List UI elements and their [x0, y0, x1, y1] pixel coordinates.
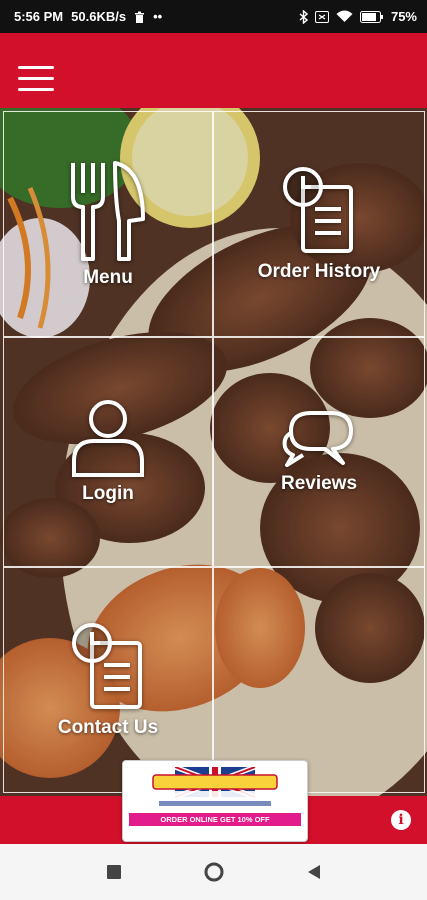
tile-menu-label: Menu: [83, 267, 133, 288]
circle-icon: [204, 862, 223, 882]
app-bar: [0, 33, 427, 108]
clock-document-icon: [283, 167, 353, 253]
chat-bubbles-icon: [282, 411, 353, 467]
battery-icon: [359, 10, 384, 23]
status-speed: 50.6KB/s: [71, 9, 127, 24]
user-icon: [72, 400, 144, 477]
photo-grid: Menu Order History Login Reviews Contact…: [0, 108, 427, 796]
promo-banner[interactable]: ORDER ONLINE GET 10% OFF: [122, 760, 308, 842]
bluetooth-icon: [299, 9, 308, 24]
status-bar: 5:56 PM 50.6KB/s •• 75%: [0, 0, 427, 33]
trash-icon: [134, 11, 145, 23]
info-icon[interactable]: i: [391, 810, 411, 830]
tile-order-history-label: Order History: [257, 261, 381, 282]
home-button[interactable]: [199, 857, 229, 887]
tile-reviews[interactable]: Reviews: [213, 337, 425, 567]
tile-login[interactable]: Login: [3, 337, 213, 567]
restaurant-logo: [145, 767, 285, 809]
sim-icon: [314, 10, 329, 23]
wifi-icon: [336, 10, 353, 23]
fork-knife-icon: [71, 161, 145, 261]
clock-document-icon: [72, 623, 142, 709]
tile-order-history[interactable]: Order History: [213, 111, 425, 337]
triangle-back-icon: [307, 865, 320, 879]
promo-url-line: [129, 827, 301, 833]
status-dots: ••: [153, 9, 163, 24]
tile-contact-us-label: Contact Us: [57, 717, 159, 738]
status-time: 5:56 PM: [14, 9, 64, 24]
tile-reviews-label: Reviews: [280, 473, 358, 494]
tile-login-label: Login: [82, 483, 134, 504]
square-icon: [106, 865, 121, 879]
back-button[interactable]: [299, 857, 329, 887]
battery-percent: 75%: [390, 9, 417, 24]
promo-offer-text: ORDER ONLINE GET 10% OFF: [129, 813, 301, 826]
tile-menu[interactable]: Menu: [3, 111, 213, 337]
recent-apps-button[interactable]: [99, 857, 129, 887]
system-nav-bar: [0, 844, 427, 900]
hamburger-icon[interactable]: [18, 66, 54, 92]
